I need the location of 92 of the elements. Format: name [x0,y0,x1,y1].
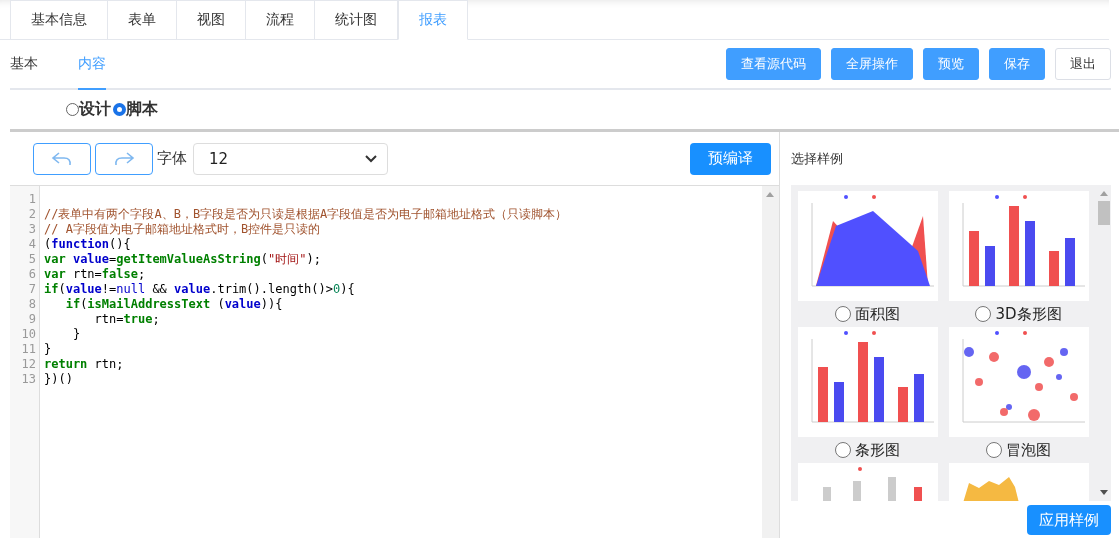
undo-button[interactable] [33,142,91,175]
bubble [1069,393,1078,401]
legend-dot [994,331,999,335]
code-line: if(value!=null && value.trim().length()>0){ [44,282,356,297]
radio-button[interactable] [835,306,851,322]
line-number: 13 [20,372,37,387]
bar [1024,221,1035,286]
line-number: 12 [20,357,37,372]
bar [1064,238,1075,286]
tab[interactable]: 统计图 [315,0,398,40]
bar [913,374,924,422]
tab[interactable]: 表单 [108,0,177,40]
radio-label: 脚本 [126,99,158,120]
tab[interactable]: 基本信息 [10,0,108,40]
line-number: 6 [27,267,37,282]
sample-label: 条形图 [855,440,900,460]
line-number: 4 [27,237,37,252]
font-label: 字体 [157,149,187,168]
area-shape [962,477,1019,501]
scrollbar[interactable] [762,186,779,538]
bar [968,231,979,286]
code-line: (function(){ [44,237,132,252]
sample-label: 3D条形图 [995,304,1062,324]
bubble [1055,374,1062,380]
sample-label: 面积图 [855,304,900,324]
code-line: return rtn; [44,357,125,372]
code-line: } [44,342,53,357]
bar [897,387,908,422]
sample-label: 冒泡图 [1006,440,1051,460]
line-number: 10 [20,327,37,342]
line-number: 7 [27,282,37,297]
bar [984,246,995,286]
line-number: 2 [27,207,37,222]
code-line: } [71,327,82,342]
bar [1048,251,1059,286]
line-number: 3 [27,222,37,237]
bubble [963,347,974,357]
bar [913,487,922,501]
bar [852,481,861,501]
code-line: //表单中有两个字段A、B，B字段是否为只读是根据A字段值是否为电子邮箱地址格式（只读脚本） [44,207,569,222]
bubble [988,352,999,362]
scroll-thumb[interactable] [1098,201,1110,225]
radio-button[interactable] [975,306,992,322]
code-line: })() [44,372,74,387]
legend-dot [1022,195,1027,199]
radio-label: 设计 [79,99,111,120]
bar [822,487,831,501]
line-number: 1 [27,192,37,207]
bar [887,477,896,501]
scroll-up-icon[interactable] [766,192,774,197]
bubble [974,378,983,386]
sub-tab[interactable]: 基本 [10,40,38,90]
radio-button[interactable] [66,103,79,116]
scroll-down-icon[interactable] [1100,490,1108,495]
radio-button[interactable] [835,442,851,458]
bubble [1016,365,1031,379]
code-line: // A字段值为电子邮箱地址格式时，B控件是只读的 [44,222,322,237]
legend-dot [994,195,999,199]
action-button[interactable]: 退出 [1055,48,1111,80]
line-number: 8 [27,297,37,312]
legend-dot [1022,331,1027,335]
code-line: rtn=true; [93,312,161,327]
legend-dot [871,331,876,335]
legend-dot [871,195,876,199]
redo-button[interactable] [95,142,153,175]
chevron-down-icon [365,154,377,163]
tab[interactable]: 视图 [177,0,246,40]
redo-arrow-icon [113,150,135,167]
bubble [1059,348,1068,356]
legend-dot [857,467,862,471]
line-number: 9 [27,312,37,327]
bubble [1027,409,1040,421]
legend-dot [843,195,848,199]
code-editor[interactable] [10,185,779,538]
font-size-select[interactable]: 12 [193,142,388,175]
bar [833,382,844,422]
line-number: 11 [20,342,37,357]
undo-arrow-icon [51,150,73,167]
bubble [1034,383,1043,391]
code-line: if(isMailAddressText (value)){ [64,297,284,312]
code-line: var value=getItemValueAsString("时间"); [44,252,322,267]
code-line: var rtn=false; [44,267,147,282]
scroll-up-icon[interactable] [1100,191,1108,196]
tab[interactable]: 流程 [246,0,315,40]
bubble [1043,357,1054,367]
radio-button[interactable] [986,442,1002,458]
section-title: 选择样例 [791,149,844,168]
line-number: 5 [27,252,37,267]
bar [817,367,828,422]
legend-dot [843,331,848,335]
radio-button[interactable] [113,103,126,116]
bar [873,357,884,422]
